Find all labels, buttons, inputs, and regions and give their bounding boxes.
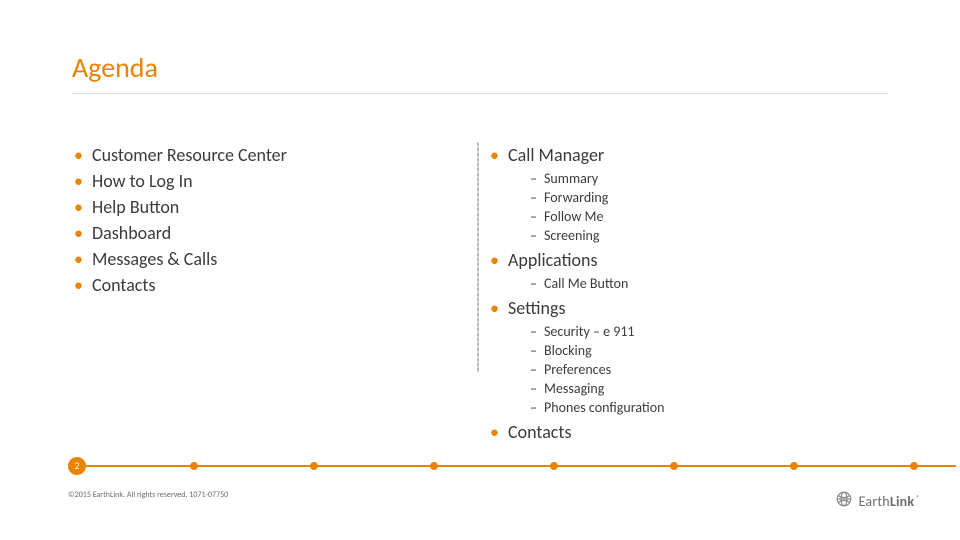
list-item: Contacts xyxy=(488,419,888,445)
list-item: How to Log In xyxy=(72,168,467,194)
sub-list-item: Call Me Button xyxy=(530,274,888,293)
list-item: Customer Resource Center xyxy=(72,142,467,168)
list-item-label: Call Manager xyxy=(508,144,604,166)
sub-list-item: Security – e 911 xyxy=(530,322,888,341)
sub-list-item: Screening xyxy=(530,226,888,245)
list-item: Messages & Calls xyxy=(72,246,467,272)
sub-list-item: Follow Me xyxy=(530,207,888,226)
brand-name: EarthLink® xyxy=(859,493,920,510)
sub-list-item: Blocking xyxy=(530,341,888,360)
dotted-divider xyxy=(477,142,479,372)
page-number-badge: 2 xyxy=(68,457,86,475)
title-underline xyxy=(72,93,888,94)
sub-list: Call Me Button xyxy=(530,274,888,293)
footer-dot xyxy=(310,462,318,470)
copyright-text: ©2015 EarthLink. All rights reserved. 10… xyxy=(68,490,228,500)
sub-list-item: Summary xyxy=(530,169,888,188)
slide-title: Agenda xyxy=(72,50,158,85)
footer-dot xyxy=(550,462,558,470)
left-column: Customer Resource CenterHow to Log InHel… xyxy=(72,142,467,445)
sub-list-item: Forwarding xyxy=(530,188,888,207)
list-item-label: Settings xyxy=(508,297,566,319)
right-column: Call Manager SummaryForwardingFollow MeSc… xyxy=(488,142,888,445)
list-item-label: Applications xyxy=(508,249,598,271)
footer-dot xyxy=(670,462,678,470)
list-item: Dashboard xyxy=(72,220,467,246)
sub-list: Security – e 911BlockingPreferencesMessa… xyxy=(530,322,888,417)
list-item: Settings Security – e 911BlockingPreferen… xyxy=(488,295,888,417)
footer-dot xyxy=(190,462,198,470)
list-item: Contacts xyxy=(72,272,467,298)
list-item: Applications Call Me Button xyxy=(488,247,888,293)
footer-dot xyxy=(430,462,438,470)
list-item: Help Button xyxy=(72,194,467,220)
sub-list-item: Phones configuration xyxy=(530,398,888,417)
slide: Agenda Customer Resource CenterHow to Lo… xyxy=(0,0,960,540)
left-list: Customer Resource CenterHow to Log InHel… xyxy=(72,142,467,298)
sub-list-item: Preferences xyxy=(530,360,888,379)
list-item: Call Manager SummaryForwardingFollow MeSc… xyxy=(488,142,888,245)
sub-list: SummaryForwardingFollow MeScreening xyxy=(530,169,888,245)
sub-list-item: Messaging xyxy=(530,379,888,398)
brand-logo: EarthLink® xyxy=(835,490,920,512)
column-divider xyxy=(467,142,488,445)
globe-icon xyxy=(835,490,853,512)
right-list: Call Manager SummaryForwardingFollow MeSc… xyxy=(488,142,888,445)
footer-dot xyxy=(790,462,798,470)
footer-rule xyxy=(86,465,956,467)
list-item-label: Contacts xyxy=(508,421,572,443)
content-columns: Customer Resource CenterHow to Log InHel… xyxy=(72,142,888,445)
footer-dot xyxy=(910,462,918,470)
